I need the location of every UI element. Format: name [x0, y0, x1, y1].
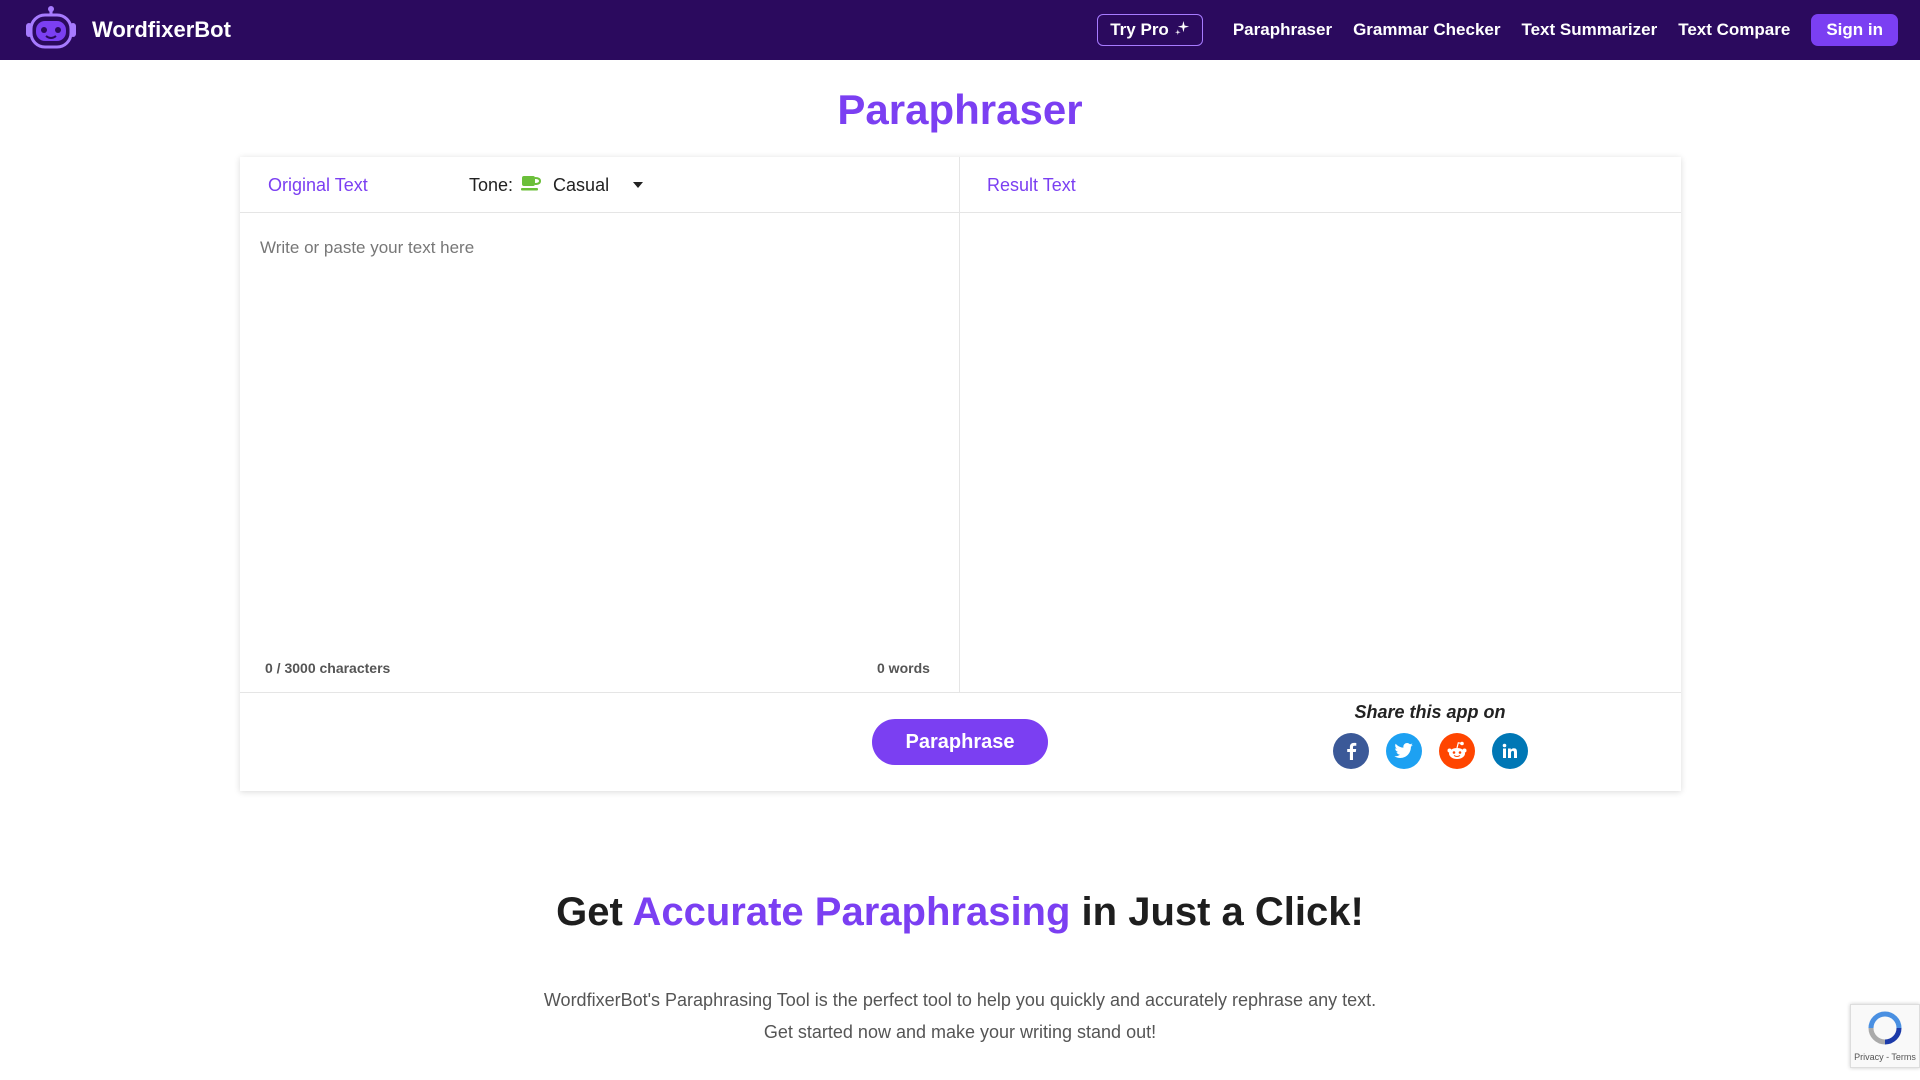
sign-in-button[interactable]: Sign in	[1811, 14, 1898, 46]
hero-description-line-1: WordfixerBot's Paraphrasing Tool is the …	[543, 990, 1377, 1010]
result-text-tab: Result Text	[987, 174, 1076, 195]
hero-heading-accent: Accurate Paraphrasing	[632, 890, 1071, 934]
linkedin-icon[interactable]	[1491, 733, 1528, 769]
tone-dropdown[interactable]: Tone: Casual	[469, 157, 644, 213]
caret-down-icon	[633, 182, 644, 188]
hero-heading-prefix: Get	[556, 890, 633, 934]
recaptcha-text: Privacy - Terms	[1854, 1051, 1916, 1062]
recaptcha-badge[interactable]: Privacy - Terms	[1850, 1004, 1920, 1068]
recaptcha-icon	[1865, 1011, 1905, 1050]
sparkle-icon	[1174, 20, 1190, 40]
nav-link-grammar-checker[interactable]: Grammar Checker	[1353, 20, 1500, 40]
word-count: 0 words	[877, 660, 930, 676]
footer-divider	[240, 692, 1681, 693]
page-title: Paraphraser	[837, 86, 1083, 133]
facebook-icon[interactable]	[1332, 733, 1369, 769]
try-pro-button[interactable]: Try Pro	[1097, 14, 1203, 46]
brand[interactable]: WordfixerBot	[22, 5, 231, 56]
hero-description: WordfixerBot's Paraphrasing Tool is the …	[0, 984, 1920, 1048]
hero-heading: Get Accurate Paraphrasing in Just a Clic…	[0, 890, 1920, 935]
try-pro-label: Try Pro	[1110, 20, 1169, 39]
tone-value: Casual	[553, 174, 610, 195]
hero-heading-suffix: in Just a Click!	[1070, 890, 1364, 934]
nav-link-paraphraser[interactable]: Paraphraser	[1233, 20, 1332, 40]
panel-header: Original Text Tone: Casual Result Text	[240, 157, 1681, 213]
hero-description-line-2: Get started now and make your writing st…	[763, 1022, 1157, 1042]
share-title: Share this app on	[1354, 702, 1506, 722]
character-count: 0 / 3000 characters	[265, 660, 391, 676]
coffee-cup-icon	[521, 174, 542, 197]
robot-logo-icon	[22, 5, 80, 56]
reddit-icon[interactable]	[1438, 733, 1475, 769]
brand-name: WordfixerBot	[92, 17, 231, 42]
paraphrase-button[interactable]: Paraphrase	[872, 719, 1048, 765]
nav-links: Try Pro Paraphraser Grammar Checker Text…	[1097, 14, 1898, 46]
tone-label: Tone:	[469, 174, 514, 195]
twitter-icon[interactable]	[1385, 733, 1422, 769]
nav-link-text-summarizer[interactable]: Text Summarizer	[1521, 20, 1657, 40]
original-text-input[interactable]	[240, 214, 959, 634]
paraphraser-panel: Original Text Tone: Casual Result Text 0…	[240, 157, 1681, 791]
column-divider	[959, 157, 960, 692]
original-text-tab[interactable]: Original Text	[268, 175, 368, 196]
share-section: Share this app on	[1330, 702, 1530, 769]
nav-link-text-compare[interactable]: Text Compare	[1678, 20, 1790, 40]
top-navbar: WordfixerBot Try Pro Paraphraser Grammar…	[0, 0, 1920, 60]
